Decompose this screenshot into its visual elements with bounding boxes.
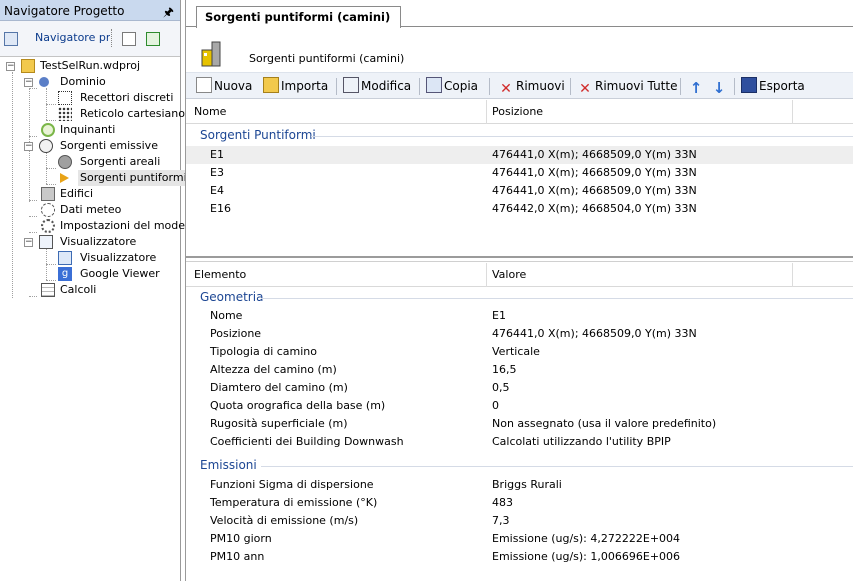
remove-icon: ✕	[500, 81, 512, 97]
grid-splitter[interactable]	[186, 256, 853, 262]
chimney-icon	[201, 41, 221, 67]
source-row[interactable]: E16 476442,0 X(m); 4668504,0 Y(m) 33N	[186, 200, 853, 218]
property-row[interactable]: Nome E1	[186, 307, 853, 325]
column-header-posizione[interactable]: Posizione	[492, 105, 543, 118]
esporta-button[interactable]: Esporta	[741, 77, 805, 96]
property-row[interactable]: PM10 giorn Emissione (ug/s): 4,272222E+0…	[186, 530, 853, 548]
viewer-folder-icon	[39, 235, 53, 249]
sources-grid: Nome Posizione Sorgenti Puntiformi E1 47…	[186, 100, 853, 256]
toolbar-grip	[111, 29, 114, 47]
source-row[interactable]: E3 476441,0 X(m); 4668509,0 Y(m) 33N	[186, 164, 853, 182]
property-row[interactable]: Coefficienti dei Building Downwash Calco…	[186, 433, 853, 451]
property-row[interactable]: Diamtero del camino (m) 0,5	[186, 379, 853, 397]
model-settings-icon	[41, 219, 55, 233]
main-toolbar: Nuova Importa Modifica Copia ✕ Rimuovi ✕ R…	[186, 72, 853, 99]
document-area: Sorgenti puntiformi (camini) Sorgenti pu…	[185, 0, 853, 581]
document-header-title: Sorgenti puntiformi (camini)	[249, 52, 405, 65]
arrow-up-icon: ↑	[689, 79, 703, 97]
arrow-down-icon: ↓	[712, 79, 726, 97]
point-sources-icon	[60, 173, 69, 183]
column-header-elemento[interactable]: Elemento	[194, 268, 246, 281]
group-header-emissioni[interactable]: Emissioni	[200, 458, 257, 472]
property-row[interactable]: Altezza del camino (m) 16,5	[186, 361, 853, 379]
document-tab[interactable]: Sorgenti puntiformi (camini)	[196, 6, 402, 28]
discrete-receptors-icon	[58, 91, 72, 105]
navigator-project-icon[interactable]	[4, 32, 18, 46]
modifica-button[interactable]: Modifica	[343, 77, 411, 96]
move-down-button[interactable]: ↓	[711, 77, 729, 96]
property-row[interactable]: Funzioni Sigma di dispersione Briggs Rur…	[186, 476, 853, 494]
weather-data-icon	[41, 203, 55, 217]
google-viewer-icon: g	[58, 267, 72, 281]
rimuovi-tutte-button[interactable]: ✕ Rimuovi Tutte	[577, 77, 677, 97]
rimuovi-button[interactable]: ✕ Rimuovi	[498, 77, 565, 97]
move-up-button[interactable]: ↑	[688, 77, 706, 96]
save-disk-icon	[741, 77, 757, 93]
column-header-nome[interactable]: Nome	[194, 105, 226, 118]
document-header: Sorgenti puntiformi (camini)	[186, 28, 853, 72]
collapse-icon[interactable]: −	[6, 62, 15, 71]
navigator-titlebar: Navigatore Progetto 🖈	[0, 0, 180, 21]
group-header-geometria[interactable]: Geometria	[200, 290, 263, 304]
copia-button[interactable]: Copia	[426, 77, 478, 96]
viewer-icon	[58, 251, 72, 265]
cartesian-grid-icon	[58, 107, 72, 121]
import-folder-icon	[263, 77, 279, 93]
property-row[interactable]: Rugosità superficiale (m) Non assegnato …	[186, 415, 853, 433]
calculations-icon	[41, 283, 55, 297]
group-header-sorgenti-puntiformi[interactable]: Sorgenti Puntiformi	[200, 128, 316, 142]
property-row[interactable]: Tipologia di camino Verticale	[186, 343, 853, 361]
properties-grid-header: Elemento Valore	[186, 263, 853, 287]
remove-all-icon: ✕	[579, 81, 591, 97]
document-tabstrip: Sorgenti puntiformi (camini)	[186, 0, 853, 28]
collapse-icon[interactable]: −	[24, 78, 33, 87]
navigator-toolbar: Navigatore progetto	[0, 21, 180, 57]
copy-icon	[426, 77, 442, 93]
nuova-button[interactable]: Nuova	[196, 77, 252, 96]
sources-grid-header: Nome Posizione	[186, 100, 853, 124]
collapse-icon[interactable]: −	[24, 238, 33, 247]
navigator-title: Navigatore Progetto	[4, 4, 125, 18]
refresh-document-icon[interactable]	[122, 32, 136, 46]
domain-icon	[39, 77, 49, 87]
sync-icon[interactable]	[146, 32, 160, 46]
navigator-tab-label[interactable]: Navigatore progetto	[35, 31, 110, 44]
property-row[interactable]: Quota orografica della base (m) 0	[186, 397, 853, 415]
property-row[interactable]: Posizione 476441,0 X(m); 4668509,0 Y(m) …	[186, 325, 853, 343]
project-navigator-panel: Navigatore Progetto 🖈 Navigatore progett…	[0, 0, 198, 581]
new-document-icon	[196, 77, 212, 93]
property-row[interactable]: Temperatura di emissione (°K) 483	[186, 494, 853, 512]
collapse-icon[interactable]: −	[24, 142, 33, 151]
project-folder-icon	[21, 59, 35, 73]
property-row[interactable]: Velocità di emissione (m/s) 7,3	[186, 512, 853, 530]
importa-button[interactable]: Importa	[263, 77, 328, 96]
property-row[interactable]: PM10 ann Emissione (ug/s): 1,006696E+006	[186, 548, 853, 566]
emission-sources-icon	[39, 139, 53, 153]
column-header-valore[interactable]: Valore	[492, 268, 526, 281]
edit-icon	[343, 77, 359, 93]
area-sources-icon	[58, 155, 72, 169]
buildings-icon	[41, 187, 55, 201]
source-row[interactable]: E4 476441,0 X(m); 4668509,0 Y(m) 33N	[186, 182, 853, 200]
pollutants-icon	[41, 123, 55, 137]
source-row[interactable]: E1 476441,0 X(m); 4668509,0 Y(m) 33N	[186, 146, 853, 164]
properties-grid: Elemento Valore Geometria Nome E1 Posizi…	[186, 263, 853, 581]
